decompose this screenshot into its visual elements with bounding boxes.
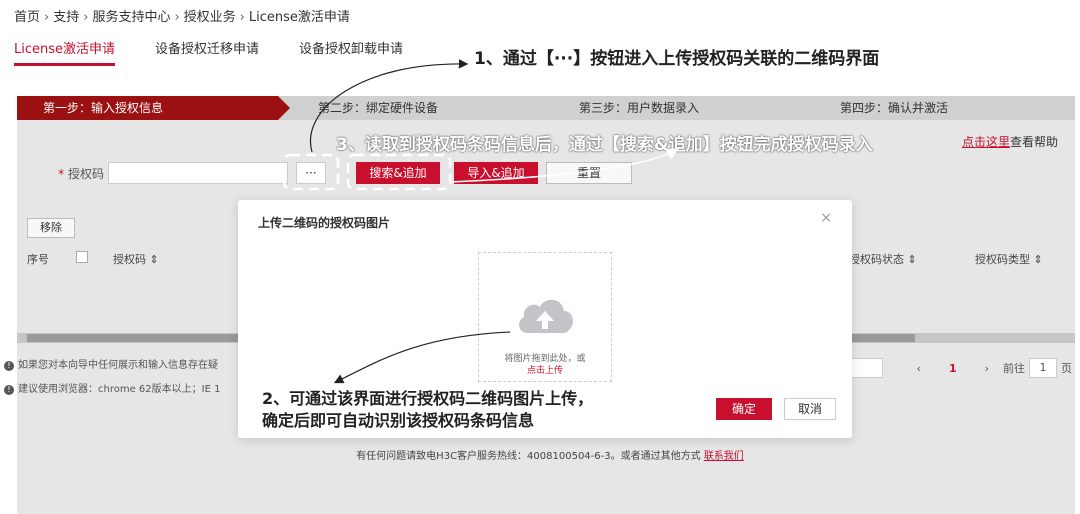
breadcrumb-support[interactable]: 支持 [53, 10, 79, 25]
license-code-input[interactable] [108, 162, 288, 184]
tab-bar: License激活申请 设备授权迁移申请 设备授权卸载申请 [14, 38, 443, 66]
step-progress: 第一步：输入授权信息 第二步：绑定硬件设备 第三步：用户数据录入 第四步：确认并… [17, 96, 1075, 120]
pagination: ‹ 1 › 前往 1 页 [834, 358, 1072, 378]
tab-license-uninstall[interactable]: 设备授权卸载申请 [299, 38, 403, 66]
step-2: 第二步：绑定硬件设备 [318, 101, 439, 115]
import-add-button[interactable]: 导入&追加 [454, 162, 538, 184]
close-icon[interactable]: × [820, 210, 832, 226]
step-3: 第三步：用户数据录入 [579, 101, 700, 115]
help-link-group: 点击这里查看帮助 [962, 133, 1058, 150]
breadcrumb-licensing[interactable]: 授权业务 [184, 10, 236, 25]
col-type[interactable]: 授权码类型 ⇕ [975, 251, 1043, 267]
confirm-button[interactable]: 确定 [716, 398, 772, 420]
goto-label: 前往 [1003, 362, 1025, 375]
col-license-code[interactable]: 授权码 ⇕ [113, 251, 159, 267]
reset-button[interactable]: 重置 [546, 162, 632, 184]
breadcrumb-separator: › [174, 10, 180, 25]
license-code-label: * 授权码 [58, 166, 104, 181]
info-icon: ! [4, 385, 14, 395]
annotation-1: 1、通过【···】按钮进入上传授权码关联的二维码界面 [474, 49, 880, 69]
tab-license-migration[interactable]: 设备授权迁移申请 [155, 38, 259, 66]
breadcrumb-home[interactable]: 首页 [14, 10, 40, 25]
search-add-button[interactable]: 搜索&追加 [356, 162, 440, 184]
tab-license-activation[interactable]: License激活申请 [14, 38, 116, 66]
breadcrumb: 首页 › 支持 › 服务支持中心 › 授权业务 › License激活申请 [14, 6, 350, 25]
footer: 有任何问题请致电H3C客户服务热线：4008100504-6-3。或者通过其他方… [0, 447, 1080, 462]
prev-page-button[interactable]: ‹ [917, 362, 921, 375]
goto-page-input[interactable]: 1 [1029, 358, 1057, 378]
annotation-2: 2、可通过该界面进行授权码二维码图片上传， 确定后即可自动识别该授权码条码信息 [262, 389, 594, 430]
page-suffix: 页 [1061, 362, 1072, 375]
license-code-row: * 授权码 [40, 162, 288, 184]
breadcrumb-separator: › [239, 10, 245, 25]
page-number[interactable]: 1 [949, 362, 957, 375]
upload-hint: 将图片拖到此处，或 点击上传 [479, 353, 611, 377]
breadcrumb-service-center[interactable]: 服务支持中心 [92, 10, 170, 25]
info-note-1: ! 如果您对本向导中任何展示和输入信息存在疑 [4, 356, 218, 371]
cancel-button[interactable]: 取消 [784, 398, 836, 420]
upload-qr-button[interactable]: ··· [296, 162, 326, 184]
remove-button[interactable]: 移除 [27, 218, 75, 238]
col-status[interactable]: 授权码状态 ⇕ [849, 251, 917, 267]
info-icon: ! [4, 361, 14, 371]
breadcrumb-current: License激活申请 [248, 10, 350, 25]
footer-text: 有任何问题请致电H3C客户服务热线：4008100504-6-3。或者通过其他方… [356, 451, 701, 462]
select-all-checkbox[interactable] [76, 251, 88, 263]
annotation-3: 3、读取到授权码条码信息后，通过【搜索&追加】按钮完成授权码录入 [336, 135, 873, 155]
col-index: 序号 [27, 253, 49, 266]
breadcrumb-separator: › [44, 10, 50, 25]
click-upload-link[interactable]: 点击上传 [479, 365, 611, 377]
step-1: 第一步：输入授权信息 [17, 96, 290, 120]
upload-dropzone[interactable]: 将图片拖到此处，或 点击上传 [478, 252, 612, 382]
help-link[interactable]: 点击这里 [962, 135, 1010, 149]
contact-us-link[interactable]: 联系我们 [704, 451, 744, 462]
next-page-button[interactable]: › [985, 362, 989, 375]
info-note-2: ! 建议使用浏览器：chrome 62版本以上；IE 1 [4, 380, 220, 395]
dialog-title: 上传二维码的授权码图片 [258, 216, 391, 230]
help-suffix: 查看帮助 [1009, 135, 1058, 149]
breadcrumb-separator: › [83, 10, 89, 25]
required-mark: * [58, 166, 65, 181]
step-4: 第四步：确认并激活 [840, 101, 949, 115]
cloud-upload-icon [519, 299, 573, 333]
